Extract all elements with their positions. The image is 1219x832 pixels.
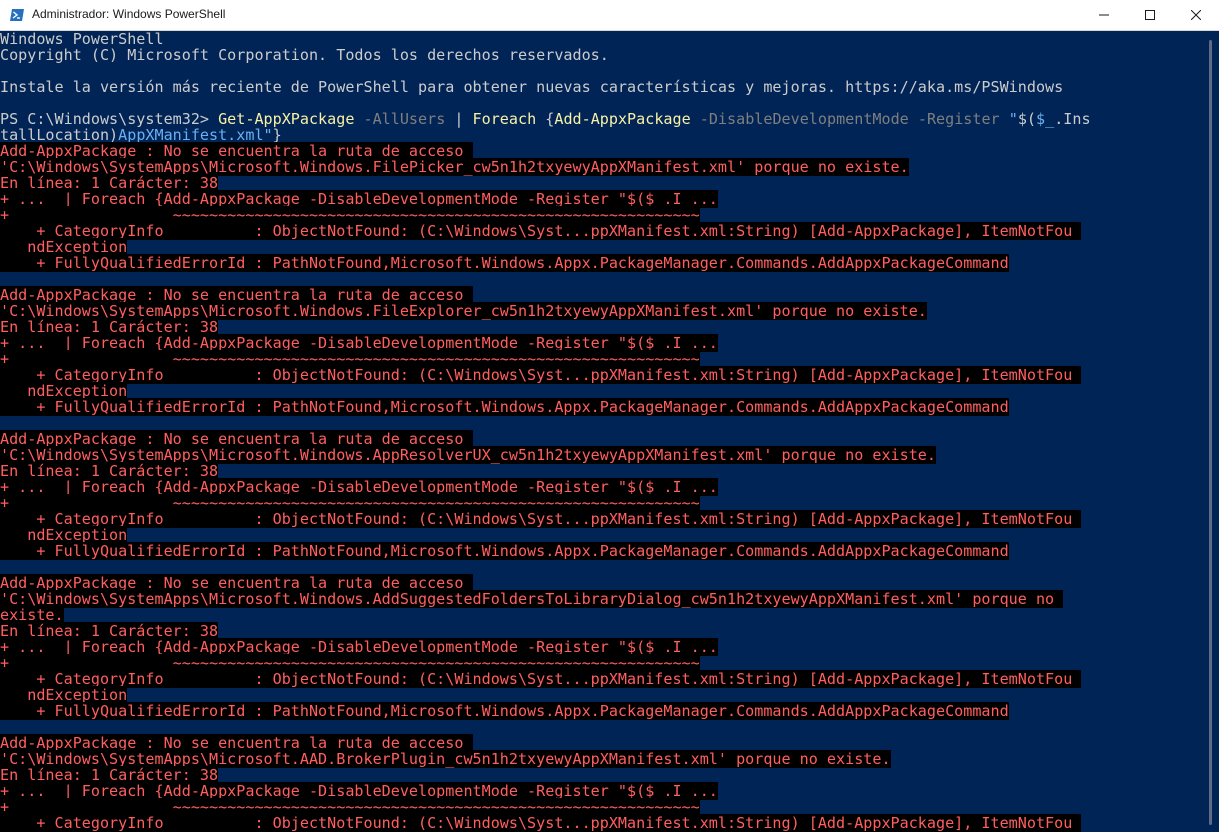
console-text: { [536, 110, 555, 128]
console-line: ndException [0, 382, 1202, 400]
console-output[interactable]: Windows PowerShell Copyright (C) Microsof… [0, 31, 1202, 832]
window-title: Administrador: Windows PowerShell [32, 7, 226, 21]
console-line: + ... | Foreach {Add-AppxPackage -Disabl… [0, 190, 1202, 208]
console-line: + CategoryInfo : ObjectNotFound: (C:\Win… [0, 222, 1202, 240]
console-line: 'C:\Windows\SystemApps\Microsoft.Windows… [0, 302, 1202, 320]
console-text: Copyright (C) Microsoft Corporation. Tod… [0, 46, 609, 64]
console-line: + FullyQualifiedErrorId : PathNotFound,M… [0, 702, 1202, 720]
console-line: + CategoryInfo : ObjectNotFound: (C:\Win… [0, 510, 1202, 528]
console-line: Add-AppxPackage : No se encuentra la rut… [0, 286, 1202, 304]
console-text: $( [1017, 110, 1037, 128]
console-text: + FullyQualifiedErrorId : PathNotFound,M… [0, 254, 1009, 272]
console-line: + CategoryInfo : ObjectNotFound: (C:\Win… [0, 814, 1202, 832]
console-line: 'C:\Windows\SystemApps\Microsoft.Windows… [0, 446, 1202, 464]
console-line: + ... | Foreach {Add-AppxPackage -Disabl… [0, 638, 1202, 656]
console-line: ndException [0, 526, 1202, 544]
console-line: + ... | Foreach {Add-AppxPackage -Disabl… [0, 782, 1202, 800]
console-line: Windows PowerShell [0, 31, 1202, 47]
console-line: PS C:\Windows\system32> Get-AppXPackage … [0, 111, 1202, 127]
minimize-icon [1099, 10, 1109, 20]
console-line: En línea: 1 Carácter: 38 [0, 766, 1202, 784]
console-text: $_ [1036, 110, 1055, 128]
console-text: 'C:\Windows\SystemApps\Microsoft.Windows… [0, 590, 1064, 608]
console-text: -Register [908, 110, 1000, 128]
console-line: En línea: 1 Carácter: 38 [0, 174, 1202, 192]
console-line: ndException [0, 238, 1202, 256]
console-line: tallLocation)AppXManifest.xml"} [0, 127, 1202, 143]
console-line: + ~~~~~~~~~~~~~~~~~~~~~~~~~~~~~~~~~~~~~~… [0, 798, 1202, 816]
console-text: + CategoryInfo : ObjectNotFound: (C:\Win… [0, 670, 1082, 688]
console-line: + FullyQualifiedErrorId : PathNotFound,M… [0, 254, 1202, 272]
title-bar[interactable]: Administrador: Windows PowerShell [0, 0, 1219, 31]
console-line: Add-AppxPackage : No se encuentra la rut… [0, 734, 1202, 752]
console-text: Foreach [472, 110, 537, 128]
console-line: Instale la versión más reciente de Power… [0, 79, 1202, 95]
console-line: + FullyQualifiedErrorId : PathNotFound,M… [0, 542, 1202, 560]
console-text: Instale la versión más reciente de Power… [0, 78, 1064, 96]
maximize-button[interactable] [1127, 0, 1173, 30]
console-line: En línea: 1 Carácter: 38 [0, 622, 1202, 640]
console-line: existe. [0, 606, 1202, 624]
console-text: + CategoryInfo : ObjectNotFound: (C:\Win… [0, 366, 1082, 384]
console-text: " [999, 110, 1018, 128]
console-text: Add-AppxPackage [554, 110, 691, 128]
powershell-icon [9, 7, 25, 23]
console-text: + FullyQualifiedErrorId : PathNotFound,M… [0, 542, 1009, 560]
console-text: -AllUsers [354, 110, 446, 128]
console-line: 'C:\Windows\SystemApps\Microsoft.AAD.Bro… [0, 750, 1202, 768]
console-line: + ~~~~~~~~~~~~~~~~~~~~~~~~~~~~~~~~~~~~~~… [0, 494, 1202, 512]
console-text: + CategoryInfo : ObjectNotFound: (C:\Win… [0, 222, 1082, 240]
minimize-button[interactable] [1081, 0, 1127, 30]
console-line: + FullyQualifiedErrorId : PathNotFound,M… [0, 398, 1202, 416]
console-line: + ~~~~~~~~~~~~~~~~~~~~~~~~~~~~~~~~~~~~~~… [0, 350, 1202, 368]
console-line: Add-AppxPackage : No se encuentra la rut… [0, 574, 1202, 592]
console-text: | [445, 110, 473, 128]
console-text: .Ins [1054, 110, 1091, 128]
console-line: 'C:\Windows\SystemApps\Microsoft.Windows… [0, 590, 1202, 608]
console-text: -DisableDevelopmentMode [690, 110, 909, 128]
console-line: ndException [0, 686, 1202, 704]
console-line: En línea: 1 Carácter: 38 [0, 462, 1202, 480]
close-icon [1191, 10, 1201, 20]
console-text: + FullyQualifiedErrorId : PathNotFound,M… [0, 398, 1009, 416]
console-line: + ~~~~~~~~~~~~~~~~~~~~~~~~~~~~~~~~~~~~~~… [0, 654, 1202, 672]
close-button[interactable] [1173, 0, 1219, 30]
console-line: 'C:\Windows\SystemApps\Microsoft.Windows… [0, 158, 1202, 176]
console-line: En línea: 1 Carácter: 38 [0, 318, 1202, 336]
console-line: Add-AppxPackage : No se encuentra la rut… [0, 430, 1202, 448]
console-line: + CategoryInfo : ObjectNotFound: (C:\Win… [0, 366, 1202, 384]
console-text: + CategoryInfo : ObjectNotFound: (C:\Win… [0, 510, 1082, 528]
console-text: + CategoryInfo : ObjectNotFound: (C:\Win… [0, 814, 1082, 832]
maximize-icon [1145, 10, 1155, 20]
console-line: + ... | Foreach {Add-AppxPackage -Disabl… [0, 334, 1202, 352]
console-line: + CategoryInfo : ObjectNotFound: (C:\Win… [0, 670, 1202, 688]
console-line: + ... | Foreach {Add-AppxPackage -Disabl… [0, 478, 1202, 496]
scrollbar-thumb[interactable] [1209, 40, 1212, 825]
console-line: Add-AppxPackage : No se encuentra la rut… [0, 142, 1202, 160]
console-line: + ~~~~~~~~~~~~~~~~~~~~~~~~~~~~~~~~~~~~~~… [0, 206, 1202, 224]
console-line: Copyright (C) Microsoft Corporation. Tod… [0, 47, 1202, 63]
console-text: + FullyQualifiedErrorId : PathNotFound,M… [0, 702, 1009, 720]
